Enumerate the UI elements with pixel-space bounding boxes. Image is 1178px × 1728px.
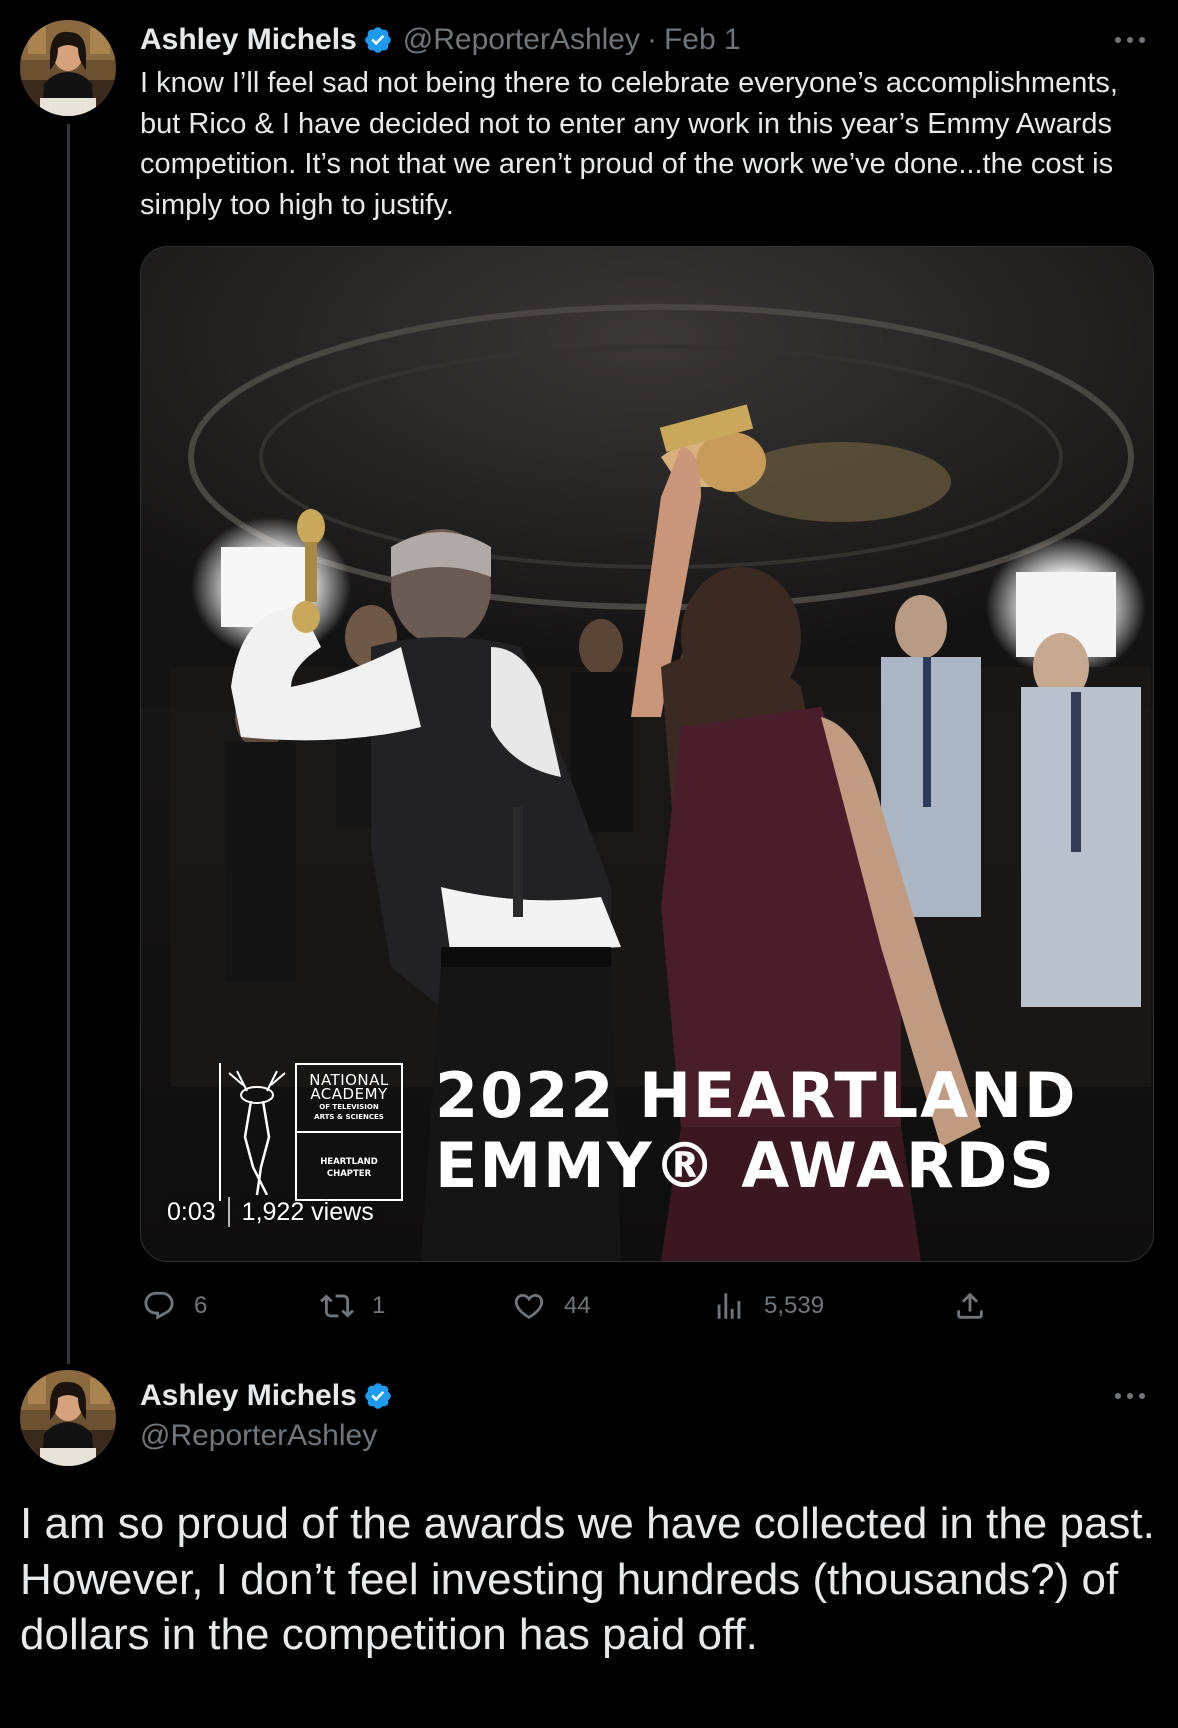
author-name[interactable]: Ashley Michels bbox=[140, 1378, 357, 1414]
heart-icon bbox=[514, 1293, 544, 1319]
author-handle[interactable]: @ReporterAshley bbox=[140, 1418, 377, 1454]
reply-icon bbox=[144, 1291, 174, 1320]
video-player[interactable]: NATIONAL ACADEMY OF TELEVISION ARTS & SC… bbox=[140, 246, 1154, 1262]
logo-text-arts: ARTS & SCIENCES bbox=[314, 1113, 384, 1121]
like-count: 44 bbox=[564, 1292, 591, 1319]
video-title-line2: EMMY® AWARDS bbox=[435, 1129, 1056, 1202]
like-button[interactable]: 44 bbox=[512, 1286, 591, 1326]
retweet-count: 1 bbox=[372, 1292, 386, 1319]
video-timestamp: 0:03 bbox=[167, 1197, 216, 1226]
more-options-icon[interactable] bbox=[1110, 1386, 1150, 1406]
verified-badge-icon bbox=[364, 27, 391, 53]
author-handle[interactable]: @ReporterAshley bbox=[403, 22, 640, 58]
reply-button[interactable]: 6 bbox=[142, 1286, 207, 1326]
retweet-button[interactable]: 1 bbox=[320, 1286, 385, 1326]
logo-text-television: OF TELEVISION bbox=[319, 1103, 379, 1111]
views-button[interactable]: 5,539 bbox=[712, 1286, 824, 1326]
tweet-header: Ashley Michels @ReporterAshley · Feb 1 bbox=[140, 22, 741, 58]
analytics-icon bbox=[717, 1293, 741, 1319]
logo-text-heartland: HEARTLAND bbox=[320, 1157, 378, 1167]
avatar[interactable] bbox=[20, 1370, 116, 1466]
tweet-date[interactable]: Feb 1 bbox=[664, 22, 741, 58]
share-button[interactable] bbox=[953, 1286, 1005, 1326]
avatar-photo bbox=[20, 20, 116, 116]
tweet-text: I know I’ll feel sad not being there to … bbox=[140, 67, 1118, 221]
reply-count: 6 bbox=[194, 1292, 208, 1319]
logo-text-chapter: CHAPTER bbox=[326, 1169, 372, 1179]
more-options-icon[interactable] bbox=[1110, 30, 1150, 50]
view-count: 5,539 bbox=[764, 1292, 825, 1319]
retweet-icon bbox=[320, 1294, 354, 1318]
logo-text-academy: ACADEMY bbox=[310, 1085, 388, 1103]
avatar[interactable] bbox=[20, 20, 116, 116]
video-stats: 0:03 1,922 views bbox=[167, 1197, 374, 1227]
thread-connector-line bbox=[67, 124, 70, 1364]
emmy-logo: NATIONAL ACADEMY OF TELEVISION ARTS & SC… bbox=[219, 1063, 405, 1203]
header-separator: · bbox=[646, 23, 657, 56]
tweet-header: Ashley Michels bbox=[140, 1378, 403, 1414]
tweet-text: I am so proud of the awards we have coll… bbox=[20, 1499, 1155, 1659]
author-name[interactable]: Ashley Michels bbox=[140, 22, 357, 58]
video-title-line1: 2022 HEARTLAND bbox=[435, 1059, 1078, 1132]
logo-rule bbox=[219, 1063, 221, 1201]
video-views: 1,922 views bbox=[241, 1197, 374, 1226]
emmy-statuette-icon bbox=[228, 1070, 286, 1195]
share-icon bbox=[957, 1292, 983, 1319]
verified-badge-icon bbox=[364, 1383, 391, 1409]
logo-divider bbox=[295, 1131, 403, 1133]
avatar-photo bbox=[20, 1370, 116, 1466]
stats-divider bbox=[227, 1197, 230, 1227]
